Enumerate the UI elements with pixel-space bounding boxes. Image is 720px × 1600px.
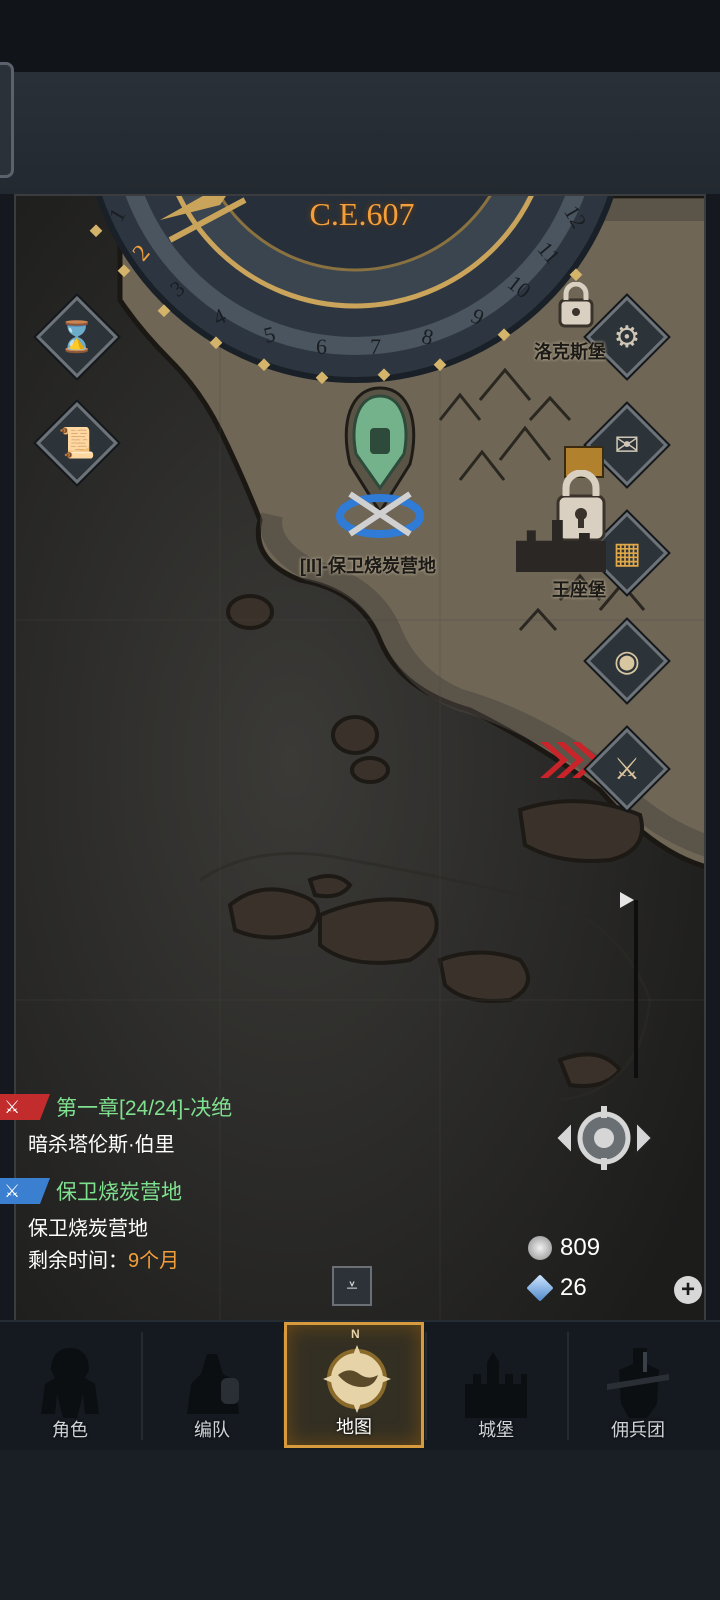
year-label: C.E.607: [309, 196, 415, 232]
quest-side-detail[interactable]: 保卫烧炭营地: [28, 1212, 148, 1241]
castle-lock-1[interactable]: [552, 281, 600, 330]
tab-formation[interactable]: 编队: [142, 1322, 282, 1448]
castle-icon: [465, 1352, 527, 1418]
chevron-down-icon: ⩡: [346, 1275, 358, 1297]
crosshair-icon: [554, 1106, 654, 1170]
quest-main[interactable]: ⚔ 第一章[24/24]-决绝: [0, 1092, 232, 1122]
locate-button[interactable]: [552, 1102, 656, 1174]
red-swords-icon: ⚔: [0, 1094, 50, 1120]
crystal-icon: [526, 1274, 554, 1302]
tab-castle[interactable]: 城堡: [426, 1322, 566, 1448]
castle-label-2[interactable]: 王座堡: [552, 576, 606, 602]
silver-amount: 809: [560, 1234, 601, 1261]
quest-side[interactable]: ⚔ 保卫烧炭营地: [0, 1176, 182, 1206]
warrior-icon: ⚔: [613, 752, 641, 786]
crystal-resource: 26: [526, 1274, 587, 1302]
map-compass-icon: [323, 1345, 391, 1413]
compass-n-label: N: [351, 1327, 360, 1341]
hourglass-icon: ⌛: [58, 320, 96, 354]
tab-character[interactable]: 角色: [0, 1322, 140, 1448]
knight-icon: [41, 1348, 99, 1418]
silver-coin-icon: [528, 1236, 552, 1260]
mercenary-icon: [607, 1348, 669, 1418]
scroll-icon: 📜: [58, 426, 96, 460]
silver-resource: 809: [528, 1234, 600, 1262]
month-7[interactable]: 7: [370, 334, 381, 360]
lock-icon: [558, 281, 594, 328]
bottom-nav: 角色 编队 N 地图 城堡 佣兵团: [0, 1320, 720, 1450]
helmet-pin-icon: [336, 386, 424, 538]
month-6[interactable]: 6: [316, 334, 327, 360]
quest-main-detail[interactable]: 暗杀塔伦斯·伯里: [28, 1128, 175, 1157]
quest-side-title[interactable]: 保卫烧炭营地: [56, 1176, 182, 1206]
mission-marker-label[interactable]: [II]-保卫烧炭营地: [300, 552, 436, 578]
add-resource-button[interactable]: +: [674, 1276, 702, 1304]
tab-mercenary[interactable]: 佣兵团: [568, 1322, 708, 1448]
tab-map[interactable]: N 地图: [284, 1322, 424, 1448]
remaining-time-value: 9个月: [128, 1250, 180, 1272]
system-nav-area: [0, 1450, 720, 1600]
blue-swords-icon: ⚔: [0, 1178, 50, 1204]
remaining-time-label: 剩余时间：: [28, 1250, 128, 1272]
army-icon: [187, 1354, 239, 1414]
mission-marker[interactable]: [330, 384, 430, 544]
crystal-amount: 26: [560, 1274, 587, 1301]
coin-icon: ◉: [613, 644, 641, 678]
plus-icon: +: [680, 1276, 695, 1303]
quest-main-title[interactable]: 第一章[24/24]-决绝: [56, 1092, 232, 1122]
remaining-time: 剩余时间：9个月: [28, 1244, 179, 1273]
castle-label-1[interactable]: 洛克斯堡: [534, 338, 606, 364]
collapse-button[interactable]: ⩡: [332, 1266, 372, 1306]
gear-icon: ⚙: [613, 320, 641, 354]
